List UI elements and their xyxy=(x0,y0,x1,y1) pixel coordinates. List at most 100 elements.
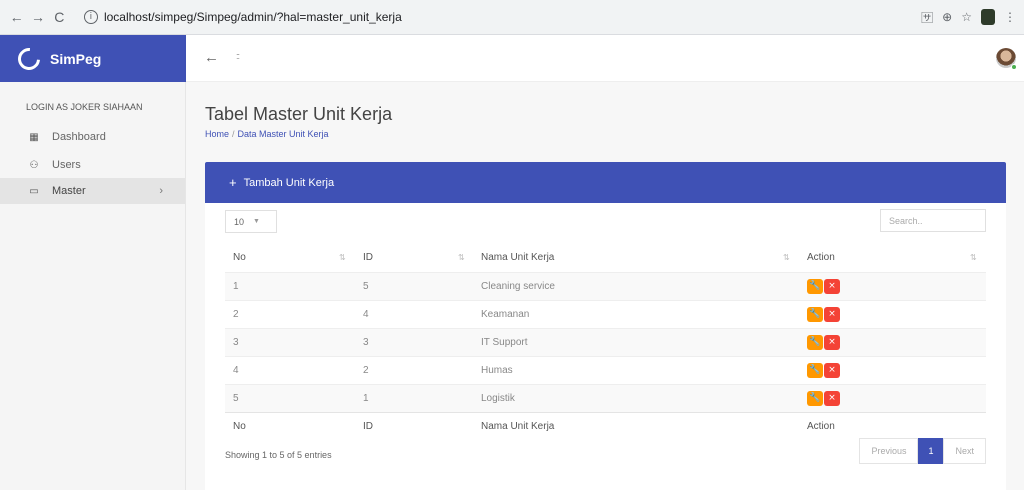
sort-icon[interactable]: ⇅ xyxy=(339,253,346,262)
bookmark-star-icon[interactable]: ☆ xyxy=(961,10,972,24)
page-length-value: 10 xyxy=(234,216,245,227)
folder-icon: ▭ xyxy=(29,185,39,197)
pagination: Previous 1 Next xyxy=(859,438,986,464)
extension-icon[interactable] xyxy=(981,9,995,25)
footer-action: Action xyxy=(807,421,835,432)
edit-button[interactable]: 🔧 xyxy=(807,307,823,322)
sidebar-item-label: Users xyxy=(52,159,81,171)
cell-id: 3 xyxy=(363,337,369,348)
footer-name: Nama Unit Kerja xyxy=(481,421,555,432)
sidebar-item-users[interactable]: ⚇ Users xyxy=(0,152,185,178)
plus-icon: + xyxy=(229,175,237,190)
caret-down-icon: ▼ xyxy=(253,218,260,225)
delete-button[interactable]: × xyxy=(824,307,840,322)
sort-icon[interactable]: ⇅ xyxy=(458,253,465,262)
page-1-button[interactable]: 1 xyxy=(918,438,944,464)
sidebar-item-label: Dashboard xyxy=(52,131,106,143)
cell-name: IT Support xyxy=(481,337,528,348)
column-header-id[interactable]: ID xyxy=(363,252,373,263)
fullscreen-icon[interactable]: :: xyxy=(236,51,240,61)
table-footer-row: No ID Nama Unit Kerja Action xyxy=(225,412,986,440)
users-icon: ⚇ xyxy=(29,159,39,171)
brand-header[interactable]: SimPeg xyxy=(0,35,186,82)
table-row: 1 5 Cleaning service 🔧 × xyxy=(225,272,986,300)
cell-no: 3 xyxy=(233,337,239,348)
row-actions: 🔧 × xyxy=(807,307,840,322)
browser-toolbar: ← → C i localhost/simpeg/Simpeg/admin/?h… xyxy=(0,0,1024,35)
cell-no: 4 xyxy=(233,365,239,376)
cell-name: Logistik xyxy=(481,393,515,404)
sort-icon[interactable]: ⇅ xyxy=(970,253,977,262)
table-row: 5 1 Logistik 🔧 × xyxy=(225,384,986,412)
info-icon[interactable]: i xyxy=(83,10,98,24)
page-title: Tabel Master Unit Kerja xyxy=(205,104,393,124)
breadcrumb-home-link[interactable]: Home xyxy=(205,129,229,139)
logo-icon xyxy=(13,43,45,74)
browser-menu-icon[interactable]: ⋮ xyxy=(1004,10,1016,24)
column-header-action[interactable]: Action xyxy=(807,252,835,263)
login-as-label: LOGIN AS JOKER SIAHAAN xyxy=(26,102,143,112)
delete-button[interactable]: × xyxy=(824,391,840,406)
topbar: ← :: xyxy=(186,35,1024,82)
search-input[interactable]: Search.. xyxy=(880,209,986,232)
data-card: + Tambah Unit Kerja 10 ▼ Search.. No ⇅ I… xyxy=(205,162,1006,490)
sidebar-item-label: Master xyxy=(52,185,86,197)
row-actions: 🔧 × xyxy=(807,279,840,294)
address-bar[interactable]: i localhost/simpeg/Simpeg/admin/?hal=mas… xyxy=(77,5,922,29)
main-content: Tabel Master Unit Kerja Home / Data Master… xyxy=(186,82,1024,490)
reload-icon[interactable]: C xyxy=(49,9,70,25)
breadcrumb-separator: / xyxy=(232,129,235,139)
cell-name: Humas xyxy=(481,365,513,376)
delete-button[interactable]: × xyxy=(824,335,840,350)
next-page-button[interactable]: Next xyxy=(943,438,986,464)
dashboard-icon: ▦ xyxy=(29,131,39,143)
cell-id: 5 xyxy=(363,281,369,292)
table-header-row: No ⇅ ID ⇅ Nama Unit Kerja ⇅ Action ⇅ xyxy=(225,242,986,272)
cell-id: 4 xyxy=(363,309,369,320)
previous-page-button[interactable]: Previous xyxy=(859,438,919,464)
add-unit-kerja-button[interactable]: + Tambah Unit Kerja xyxy=(205,162,1006,203)
sidebar-item-master[interactable]: ▭ Master › xyxy=(0,178,185,204)
edit-button[interactable]: 🔧 xyxy=(807,335,823,350)
column-header-no[interactable]: No xyxy=(233,252,246,263)
cell-no: 2 xyxy=(233,309,239,320)
breadcrumb: Home / Data Master Unit Kerja xyxy=(205,129,329,139)
row-actions: 🔧 × xyxy=(807,391,840,406)
table-info: Showing 1 to 5 of 5 entries xyxy=(225,450,332,460)
back-icon[interactable]: ← xyxy=(6,9,27,25)
footer-id: ID xyxy=(363,421,373,432)
translate-icon[interactable]: 🈂 xyxy=(921,9,933,26)
row-actions: 🔧 × xyxy=(807,363,840,378)
table-row: 2 4 Keamanan 🔧 × xyxy=(225,300,986,328)
brand-name: SimPeg xyxy=(50,50,102,67)
edit-button[interactable]: 🔧 xyxy=(807,363,823,378)
table-row: 4 2 Humas 🔧 × xyxy=(225,356,986,384)
cell-id: 1 xyxy=(363,393,369,404)
footer-no: No xyxy=(233,421,246,432)
sidebar-toggle-back-icon[interactable]: ← xyxy=(204,49,219,66)
delete-button[interactable]: × xyxy=(824,363,840,378)
add-button-label: Tambah Unit Kerja xyxy=(243,176,335,189)
zoom-icon[interactable]: ⊕ xyxy=(942,10,952,24)
edit-button[interactable]: 🔧 xyxy=(807,391,823,406)
row-actions: 🔧 × xyxy=(807,335,840,350)
cell-name: Cleaning service xyxy=(481,281,555,292)
sidebar: LOGIN AS JOKER SIAHAAN ▦ Dashboard ⚇ Use… xyxy=(0,82,186,490)
chevron-right-icon: › xyxy=(159,185,163,197)
column-header-name[interactable]: Nama Unit Kerja xyxy=(481,252,554,263)
page-length-select[interactable]: 10 ▼ xyxy=(225,210,277,233)
cell-no: 5 xyxy=(233,393,239,404)
forward-icon[interactable]: → xyxy=(27,9,48,25)
table-row: 3 3 IT Support 🔧 × xyxy=(225,328,986,356)
sidebar-item-dashboard[interactable]: ▦ Dashboard xyxy=(0,124,185,150)
url-text[interactable]: localhost/simpeg/Simpeg/admin/?hal=maste… xyxy=(104,10,402,24)
online-status-dot xyxy=(1011,64,1017,70)
cell-no: 1 xyxy=(233,281,239,292)
cell-name: Keamanan xyxy=(481,309,530,320)
breadcrumb-current: Data Master Unit Kerja xyxy=(237,129,329,139)
sort-icon[interactable]: ⇅ xyxy=(783,253,790,262)
unit-kerja-table: No ⇅ ID ⇅ Nama Unit Kerja ⇅ Action ⇅ 1 5… xyxy=(225,242,986,440)
delete-button[interactable]: × xyxy=(824,279,840,294)
cell-id: 2 xyxy=(363,365,369,376)
edit-button[interactable]: 🔧 xyxy=(807,279,823,294)
